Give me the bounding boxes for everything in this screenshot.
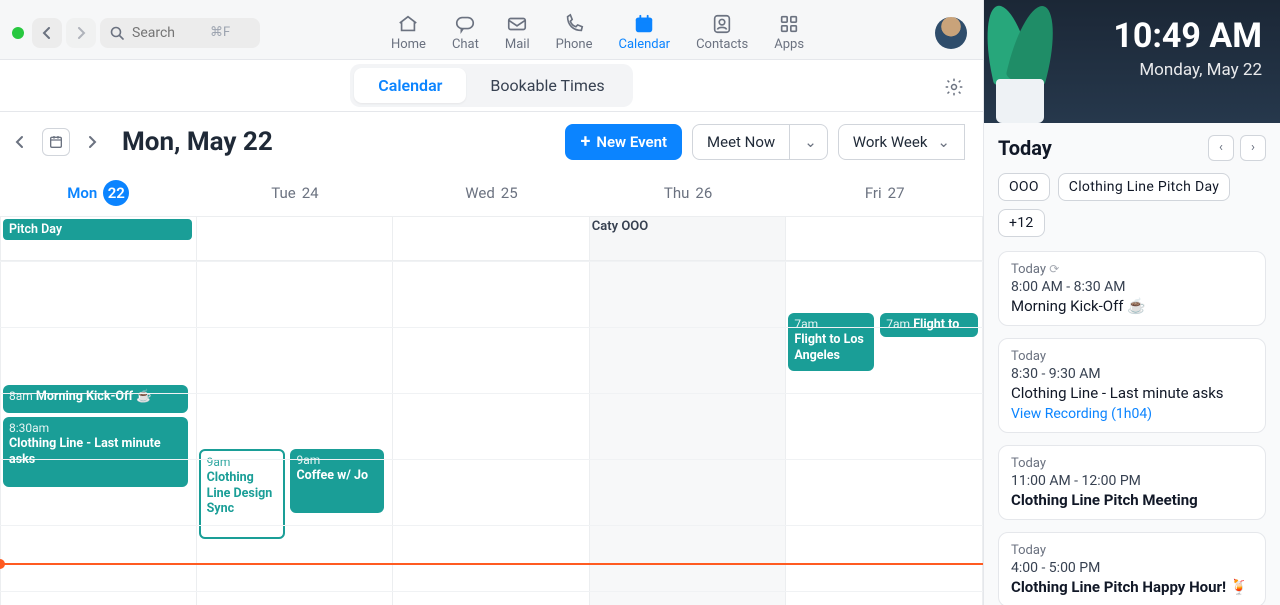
new-event-label: New Event	[596, 133, 667, 151]
apps-icon	[778, 13, 800, 35]
current-date-heading: Mon, May 22	[122, 127, 273, 157]
day-header-wed[interactable]: Wed25	[393, 170, 590, 216]
search-box[interactable]: ⌘F	[100, 18, 260, 48]
new-event-button[interactable]: + New Event	[565, 124, 682, 160]
avatar[interactable]	[935, 17, 967, 49]
event-flight-la[interactable]: 7amFlight to Los Angeles	[788, 313, 874, 371]
agenda-pill-pitch-day[interactable]: Clothing Line Pitch Day	[1058, 173, 1230, 201]
window-traffic-light	[12, 27, 24, 39]
view-tabs: Calendar Bookable Times	[0, 60, 983, 112]
allday-cell[interactable]	[197, 217, 394, 261]
view-select-button[interactable]: Work Week ⌄	[838, 124, 965, 160]
nav-tab-label: Apps	[774, 37, 804, 52]
agenda-next-button[interactable]: ›	[1240, 135, 1266, 161]
refresh-icon: ⟳	[1049, 262, 1059, 276]
agenda-item[interactable]: Today 11:00 AM - 12:00 PM Clothing Line …	[998, 445, 1266, 520]
search-icon	[110, 26, 124, 40]
search-input[interactable]	[132, 25, 202, 41]
clock-banner: 10:49 AM Monday, May 22	[984, 0, 1280, 123]
nav-tab-label: Phone	[556, 37, 593, 52]
meet-now-dropdown[interactable]: ⌄	[790, 124, 828, 160]
today-button[interactable]	[42, 128, 70, 156]
nav-back-button[interactable]	[32, 18, 62, 48]
day-column-wed[interactable]	[393, 261, 590, 605]
chevron-down-icon: ⌄	[804, 133, 817, 151]
nav-tab-phone[interactable]: Phone	[556, 13, 593, 52]
mail-icon	[506, 13, 528, 35]
event-caty-ooo[interactable]: Caty OOO	[592, 219, 648, 234]
day-header-tue[interactable]: Tue24	[197, 170, 394, 216]
chat-icon	[454, 13, 476, 35]
plant-illustration	[984, 0, 1068, 123]
clock-time: 10:49 AM	[1068, 16, 1262, 56]
day-header-mon[interactable]: Mon22	[0, 170, 197, 216]
now-indicator	[0, 563, 983, 565]
view-select-label: Work Week	[853, 133, 928, 151]
agenda-panel: 10:49 AM Monday, May 22 Today ‹ › OOO Cl…	[984, 0, 1280, 605]
day-column-thu[interactable]	[590, 261, 787, 605]
nav-tab-label: Calendar	[619, 37, 671, 52]
tab-calendar[interactable]: Calendar	[354, 68, 466, 103]
nav-forward-button[interactable]	[66, 18, 96, 48]
calendar-icon	[633, 13, 655, 35]
nav-tab-apps[interactable]: Apps	[774, 13, 804, 52]
day-header-fri[interactable]: Fri27	[786, 170, 983, 216]
calendar-grid: Mon22 Tue24 Wed25 Thu26 Fri27 Pitch Day …	[0, 170, 983, 605]
agenda-item[interactable]: Today ⟳ 8:00 AM - 8:30 AM Morning Kick-O…	[998, 251, 1266, 326]
chevron-down-icon: ⌄	[937, 133, 950, 151]
agenda-prev-button[interactable]: ‹	[1208, 135, 1234, 161]
event-morning-kickoff[interactable]: 8am Morning Kick-Off ☕	[3, 385, 188, 413]
agenda-pill-more[interactable]: +12	[998, 209, 1045, 237]
agenda-item[interactable]: Today 4:00 - 5:00 PM Clothing Line Pitch…	[998, 532, 1266, 605]
calendar-toolbar: Mon, May 22 + New Event Meet Now ⌄ Work …	[0, 112, 983, 170]
event-pitch-day[interactable]: Pitch Day	[3, 219, 192, 240]
allday-cell[interactable]	[786, 217, 983, 261]
day-header-thu[interactable]: Thu26	[590, 170, 787, 216]
view-recording-link[interactable]: View Recording (1h04)	[1011, 406, 1152, 422]
nav-tab-home[interactable]: Home	[391, 13, 426, 52]
clock-date: Monday, May 22	[1068, 60, 1262, 80]
day-column-fri[interactable]: 7amFlight to Los Angeles 7am Flight to	[786, 261, 983, 605]
allday-cell[interactable]: Caty OOO	[590, 217, 787, 261]
phone-icon	[563, 13, 585, 35]
nav-tab-label: Mail	[505, 37, 530, 52]
home-icon	[397, 13, 419, 35]
settings-button[interactable]	[943, 76, 965, 98]
agenda-pill-ooo[interactable]: OOO	[998, 173, 1050, 201]
next-week-button[interactable]	[80, 130, 104, 154]
nav-tab-calendar[interactable]: Calendar	[619, 13, 671, 52]
plus-icon: +	[580, 133, 590, 151]
prev-week-button[interactable]	[8, 130, 32, 154]
event-clothing-line-asks[interactable]: 8:30amClothing Line - Last minute asks	[3, 417, 188, 487]
search-shortcut: ⌘F	[210, 25, 230, 40]
tab-bookable-times[interactable]: Bookable Times	[466, 68, 628, 103]
allday-cell[interactable]: Pitch Day	[0, 217, 197, 261]
nav-tab-label: Contacts	[696, 37, 748, 52]
nav-tab-chat[interactable]: Chat	[452, 13, 479, 52]
nav-tab-label: Chat	[452, 37, 479, 52]
topbar: ⌘F Home Chat Mail Phone Calendar Contact…	[0, 0, 983, 60]
event-flight-2[interactable]: 7am Flight to	[880, 313, 978, 337]
nav-tab-label: Home	[391, 37, 426, 52]
contacts-icon	[711, 13, 733, 35]
nav-tab-contacts[interactable]: Contacts	[696, 13, 748, 52]
meet-now-button[interactable]: Meet Now	[692, 124, 790, 160]
nav-tab-mail[interactable]: Mail	[505, 13, 530, 52]
allday-cell[interactable]	[393, 217, 590, 261]
agenda-heading: Today	[998, 136, 1202, 160]
day-column-tue[interactable]: 9amClothing Line Design Sync 9amCoffee w…	[197, 261, 394, 605]
day-column-mon[interactable]: 8am Morning Kick-Off ☕ 8:30amClothing Li…	[0, 261, 197, 605]
agenda-item[interactable]: Today 8:30 - 9:30 AM Clothing Line - Las…	[998, 338, 1266, 433]
